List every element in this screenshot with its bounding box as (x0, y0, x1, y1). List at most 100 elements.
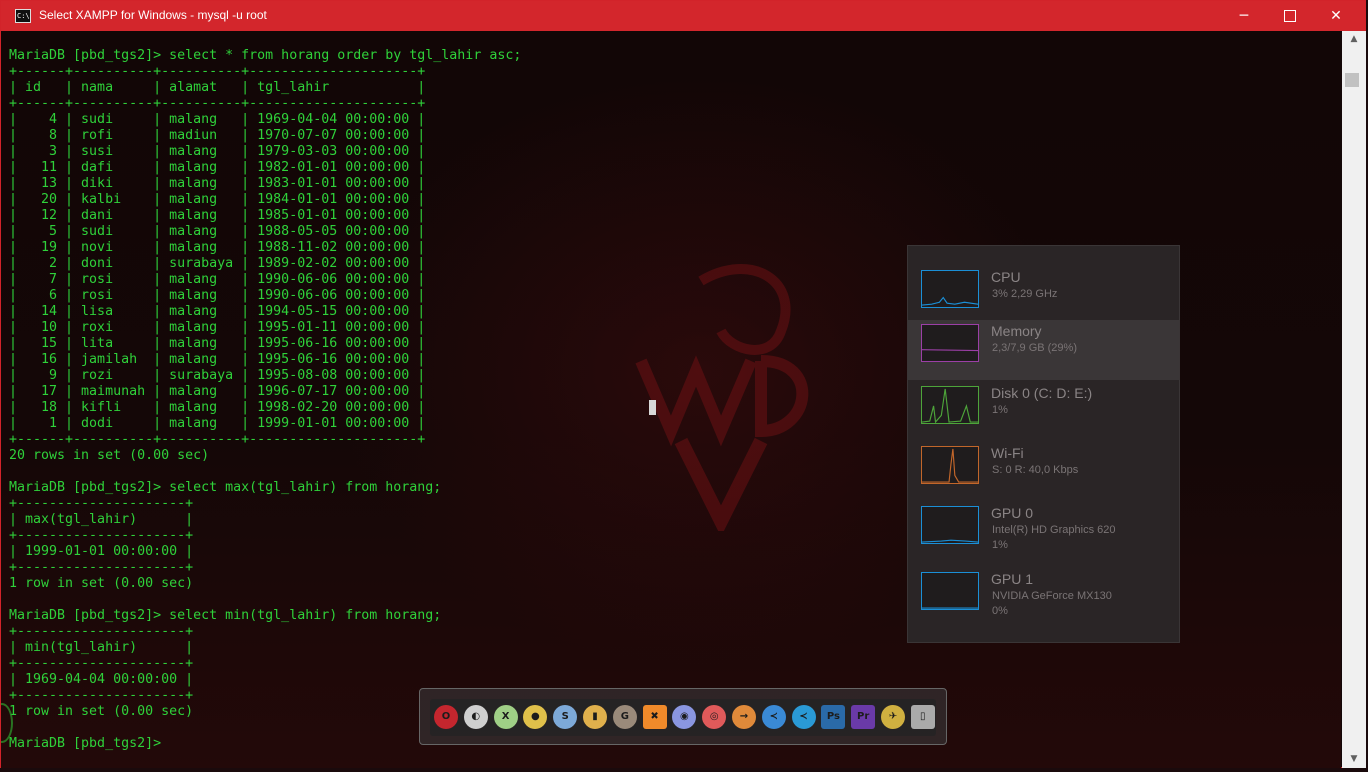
photoshop-icon[interactable]: Ps (821, 705, 846, 729)
close-button[interactable]: ✕ (1313, 1, 1359, 31)
bird-icon[interactable]: ✈ (881, 705, 905, 729)
terminal-line: +------+----------+----------+----------… (9, 432, 426, 447)
vscode-icon[interactable]: ≺ (761, 705, 786, 729)
perf-graph (921, 506, 979, 544)
vertical-scrollbar[interactable]: ▲ ▼ (1342, 31, 1366, 768)
chrome-icon[interactable]: ● (523, 705, 548, 729)
scroll-up-arrow-icon[interactable]: ▲ (1342, 31, 1366, 48)
cmd-icon[interactable]: C:\ (15, 9, 31, 23)
discord-icon[interactable]: ◉ (672, 705, 697, 729)
perf-item-name: Disk 0 (C: D: E:) (991, 385, 1093, 401)
terminal-line: | 20 | kalbi | malang | 1984-01-01 00:00… (9, 192, 426, 207)
terminal-line: | 12 | dani | malang | 1985-01-01 00:00:… (9, 208, 426, 223)
terminal-line: | 19 | novi | malang | 1988-11-02 00:00:… (9, 240, 426, 255)
premiere-icon[interactable]: Pr (851, 705, 876, 729)
perf-graph (921, 446, 979, 484)
terminal-line: | 14 | lisa | malang | 1994-05-15 00:00:… (9, 304, 426, 319)
obs-icon[interactable]: ◐ (463, 705, 488, 729)
terminal-line: | 8 | rofi | madiun | 1970-07-07 00:00:0… (9, 128, 426, 143)
terminal-line: | 17 | maimunah | malang | 1996-07-17 00… (9, 384, 426, 399)
terminal-line: +---------------------+ (9, 656, 194, 671)
terminal-line: | min(tgl_lahir) | (9, 640, 194, 655)
text-cursor (649, 400, 656, 415)
perf-item-wifi[interactable]: Wi-Fi S: 0 R: 40,0 Kbps (908, 442, 1179, 502)
perf-item-detail: S: 0 R: 40,0 Kbps (992, 463, 1078, 478)
terminal-line: | 4 | sudi | malang | 1969-04-04 00:00:0… (9, 112, 426, 127)
terminal-line: MariaDB [pbd_tgs2]> select * from horang… (9, 48, 522, 63)
terminal-line: | id | nama | alamat | tgl_lahir | (9, 80, 426, 95)
terminal-line: | max(tgl_lahir) | (9, 512, 194, 527)
minimize-button[interactable]: ─ (1221, 1, 1267, 31)
perf-item-disk[interactable]: Disk 0 (C: D: E:) 1% (908, 382, 1179, 442)
terminal-line: 1 row in set (0.00 sec) (9, 576, 194, 591)
terminal-line: | 13 | diki | malang | 1983-01-01 00:00:… (9, 176, 426, 191)
terminal-line: | 11 | dafi | malang | 1982-01-01 00:00:… (9, 160, 426, 175)
perf-item-detail: 3% 2,29 GHz (992, 287, 1057, 302)
terminal-line: +------+----------+----------+----------… (9, 64, 426, 79)
terminal-line: | 9 | rozi | surabaya | 1995-08-08 00:00… (9, 368, 426, 383)
terminal-line: | 5 | sudi | malang | 1988-05-05 00:00:0… (9, 224, 426, 239)
terminal-line: MariaDB [pbd_tgs2]> select max(tgl_lahir… (9, 480, 442, 495)
dock-shelf: O ◐ X ● S ▮ G ✖ ◉ ◎ → ≺ ≺ Ps Pr ✈ ▯ (430, 699, 936, 736)
scroll-thumb[interactable] (1345, 73, 1359, 87)
title-bar[interactable]: C:\ Select XAMPP for Windows - mysql -u … (1, 1, 1365, 31)
arrow-icon[interactable]: → (732, 705, 756, 729)
perf-graph (921, 270, 979, 308)
terminal-line: | 3 | susi | malang | 1979-03-03 00:00:0… (9, 144, 426, 159)
terminal-line: | 10 | roxi | malang | 1995-01-11 00:00:… (9, 320, 426, 335)
gimp-icon[interactable]: G (612, 705, 637, 729)
window-title: Select XAMPP for Windows - mysql -u root (39, 8, 267, 22)
perf-graph (921, 386, 979, 424)
perf-detail-text: 3% 2,29 GHz (992, 288, 1058, 300)
maximize-button[interactable] (1267, 1, 1313, 31)
terminal-line: +---------------------+ (9, 496, 194, 511)
scroll-down-arrow-icon[interactable]: ▼ (1342, 751, 1366, 768)
terminal-line: | 16 | jamilah | malang | 1995-06-16 00:… (9, 352, 426, 367)
performance-widget: CPU 3% 2,29 GHz Memory 2,3/7,9 GB (29%) Disk… (907, 245, 1180, 643)
xbox-icon[interactable]: X (493, 705, 518, 729)
terminal-line: MariaDB [pbd_tgs2]> select min(tgl_lahir… (9, 608, 442, 623)
terminal-line: | 1969-04-04 00:00:00 | (9, 672, 194, 687)
steam-icon[interactable]: S (553, 705, 578, 729)
perf-item-name: GPU 0 (991, 505, 1034, 521)
perf-item-cpu[interactable]: CPU 3% 2,29 GHz (908, 266, 1179, 326)
perf-item-name: Wi-Fi (991, 445, 1024, 461)
perf-item-detail: 2,3/7,9 GB (29%) (992, 341, 1077, 356)
maximize-icon (1284, 10, 1296, 22)
terminal-line: +---------------------+ (9, 624, 194, 639)
terminal-line: | 6 | rosi | malang | 1990-06-06 00:00:0… (9, 288, 426, 303)
perf-detail-text: NVIDIA GeForce MX130 (992, 590, 1112, 602)
perf-detail-usage: 0% (992, 605, 1008, 617)
perf-detail-text: S: 0 R: 40,0 Kbps (992, 464, 1079, 476)
perf-item-name: CPU (991, 269, 1021, 285)
perf-detail-usage: 1% (992, 539, 1008, 551)
perf-graph (921, 324, 979, 362)
terminal-line: +------+----------+----------+----------… (9, 96, 426, 111)
perf-graph (921, 572, 979, 610)
opera-icon[interactable]: O (434, 705, 458, 729)
vscode-insiders-icon[interactable]: ≺ (791, 705, 816, 729)
xampp-icon[interactable]: ✖ (642, 705, 667, 729)
record-icon[interactable]: ◎ (702, 705, 727, 729)
terminal-line: +---------------------+ (9, 560, 194, 575)
perf-item-gpu-4[interactable]: GPU 0 Intel(R) HD Graphics 620 1% (908, 502, 1179, 562)
perf-item-name: GPU 1 (991, 571, 1034, 587)
trash-icon[interactable]: ▯ (910, 705, 935, 729)
terminal-line: 20 rows in set (0.00 sec) (9, 448, 210, 463)
perf-item-detail: Intel(R) HD Graphics 620 1% (992, 523, 1116, 553)
app-dock: O ◐ X ● S ▮ G ✖ ◉ ◎ → ≺ ≺ Ps Pr ✈ ▯ (419, 688, 947, 745)
terminal-line: | 2 | doni | surabaya | 1989-02-02 00:00… (9, 256, 426, 271)
terminal-line: | 7 | rosi | malang | 1990-06-06 00:00:0… (9, 272, 426, 287)
terminal-line: | 1 | dodi | malang | 1999-01-01 00:00:0… (9, 416, 426, 431)
perf-item-detail: NVIDIA GeForce MX130 0% (992, 589, 1112, 619)
perf-item-gpu-5[interactable]: GPU 1 NVIDIA GeForce MX130 0% (908, 568, 1179, 628)
terminal-line: | 15 | lita | malang | 1995-06-16 00:00:… (9, 336, 426, 351)
terminal-output[interactable]: MariaDB [pbd_tgs2]> select * from horang… (9, 48, 521, 752)
terminal-line: | 1999-01-01 00:00:00 | (9, 544, 194, 559)
perf-item-name: Memory (991, 323, 1042, 339)
folder-icon[interactable]: ▮ (583, 705, 607, 729)
perf-detail-text: 2,3/7,9 GB (29%) (992, 342, 1077, 354)
perf-item-memory[interactable]: Memory 2,3/7,9 GB (29%) (908, 320, 1179, 380)
